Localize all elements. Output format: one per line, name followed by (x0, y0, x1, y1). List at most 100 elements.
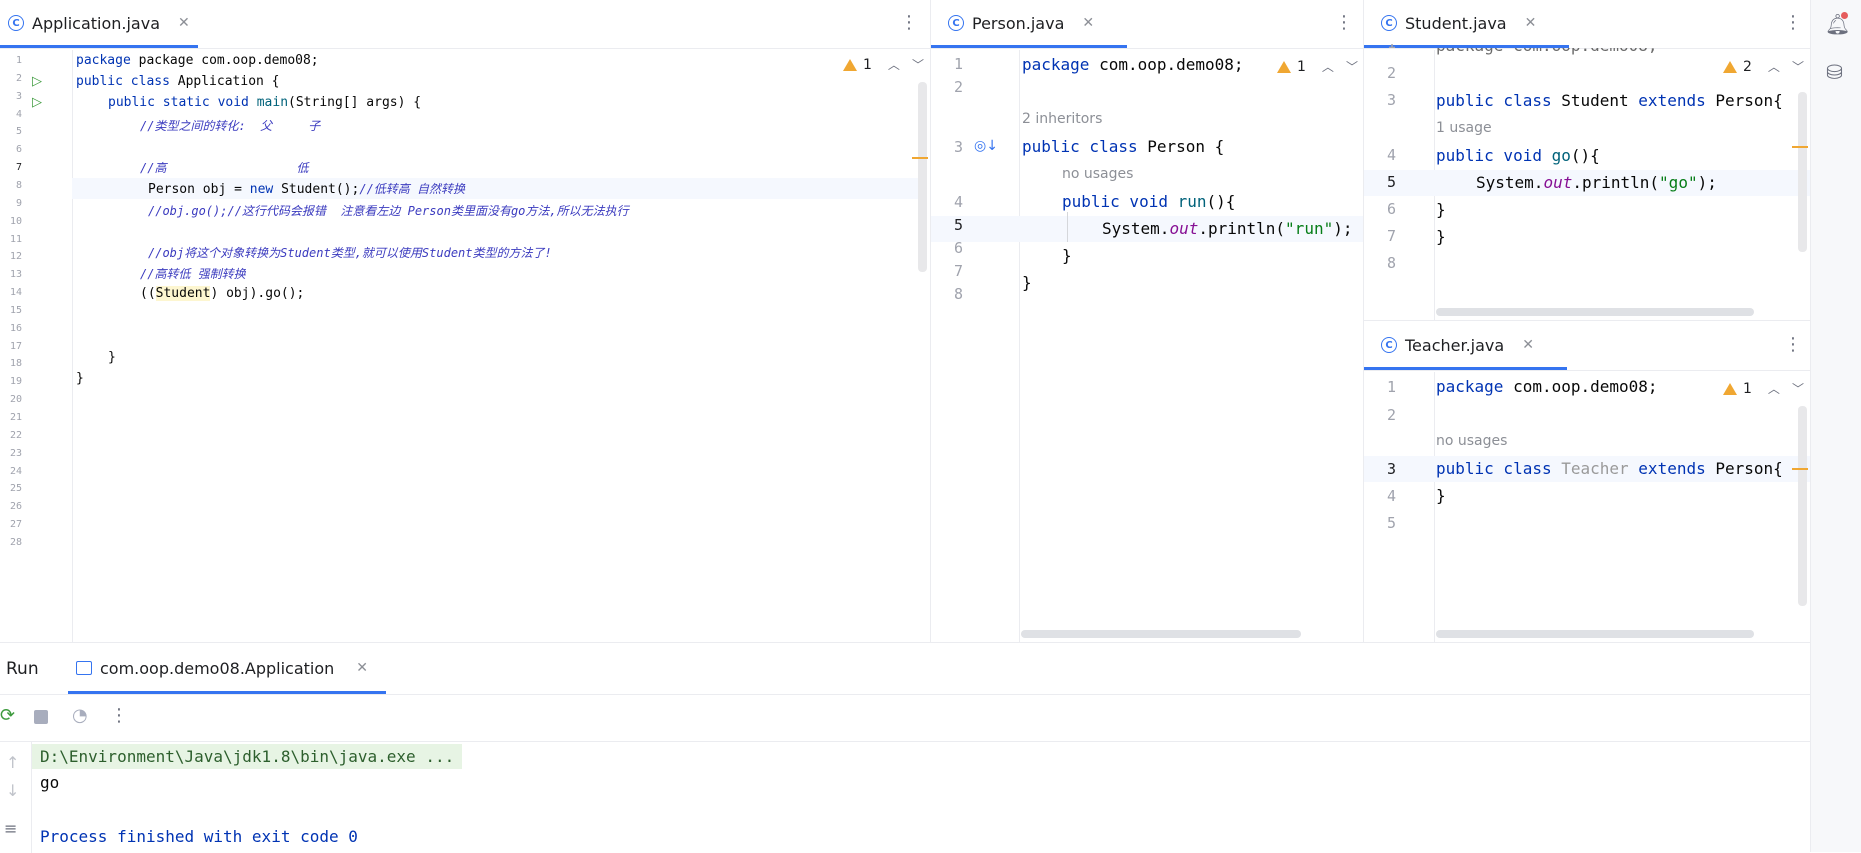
tab-label: Application.java (32, 13, 161, 33)
stop-icon[interactable] (34, 710, 48, 724)
code-line-7: Person obj = new Student();//低转高 自然转换 (148, 180, 465, 197)
line-number: 6 (1386, 200, 1396, 218)
close-icon[interactable]: ✕ (1082, 15, 1094, 31)
soft-wrap-icon[interactable]: ≡ (4, 819, 17, 838)
warning-indicator[interactable]: 2 ︿ ﹀ (1723, 58, 1804, 75)
console-command: D:\Environment\Java\jdk1.8\bin\java.exe … (32, 744, 463, 769)
tab-label: Teacher.java (1405, 335, 1505, 355)
line-number: 12 (9, 251, 22, 263)
code-line-1: package package com.oop.demo08; (76, 53, 319, 68)
vertical-scrollbar[interactable] (918, 82, 927, 272)
more-options-icon[interactable]: ⋮ (110, 705, 128, 726)
code-line-5: System.out.println("run"); (1102, 219, 1352, 238)
horizontal-scrollbar[interactable] (1436, 630, 1754, 638)
close-icon[interactable]: ✕ (1522, 337, 1534, 353)
warning-indicator[interactable]: 1 ︿ ﹀ (843, 56, 924, 73)
database-icon[interactable]: ⛁ (1826, 60, 1843, 84)
tab-teacher-java[interactable]: C Teacher.java ✕ (1364, 322, 1567, 370)
kw: public void (1436, 146, 1552, 165)
more-options-icon[interactable]: ⋮ (1784, 12, 1802, 33)
close-icon[interactable]: ✕ (356, 660, 368, 676)
code-text: Person obj = (148, 182, 250, 197)
code-text: com.oop.demo08; (1513, 377, 1658, 396)
code-line-3: public class Teacher extends Person{ (1436, 459, 1783, 478)
warning-indicator[interactable]: 1 ︿ ﹀ (1277, 58, 1358, 75)
code-line-7: } (1436, 227, 1446, 246)
line-number: 22 (9, 429, 22, 441)
more-options-icon[interactable]: ⋮ (900, 12, 918, 33)
line-number: 3 (1386, 460, 1396, 478)
class-icon: C (8, 15, 24, 31)
usages-hint[interactable]: no usages (1062, 166, 1133, 182)
chevron-up-icon[interactable]: ︿ (1322, 58, 1334, 75)
line-number: 2 (953, 78, 963, 96)
line-number: 9 (15, 197, 22, 209)
close-icon[interactable]: ✕ (1525, 15, 1537, 31)
warning-icon (1723, 382, 1737, 395)
line-number: 15 (9, 304, 22, 316)
inheritors-hint[interactable]: 2 inheritors (1022, 111, 1102, 127)
line-number: 11 (9, 233, 22, 245)
line-number: 19 (9, 376, 22, 388)
code-text: System. (1476, 173, 1544, 192)
tab-student-java[interactable]: C Student.java ✕ (1364, 0, 1570, 48)
rerun-icon[interactable]: ⟳ (0, 705, 15, 726)
close-icon[interactable]: ✕ (178, 15, 190, 31)
fn: go (1551, 146, 1571, 165)
profiler-icon[interactable]: ◔ (72, 705, 88, 726)
usages-hint[interactable]: no usages (1436, 433, 1507, 449)
warning-indicator[interactable]: 1 ︿ ﹀ (1723, 380, 1804, 397)
line-number: 8 (953, 285, 963, 303)
vertical-scrollbar[interactable] (1798, 406, 1807, 606)
run-icon[interactable]: ▷ (32, 74, 42, 89)
code-text: (){ (1570, 146, 1600, 165)
chevron-down-icon[interactable]: ﹀ (1346, 58, 1358, 75)
error-stripe-mark (1792, 146, 1808, 148)
field: out (1169, 219, 1199, 238)
line-number: 8 (1386, 254, 1396, 272)
scroll-down-icon[interactable]: ↓ (6, 781, 19, 800)
line-number: 2 (1386, 64, 1396, 82)
code-line-5: System.out.println("go"); (1476, 173, 1717, 192)
line-number: 1 (953, 55, 963, 73)
chevron-up-icon[interactable]: ︿ (1768, 380, 1780, 397)
pane-divider-horizontal (1364, 320, 1810, 321)
kw: package (1022, 55, 1100, 74)
tab-application-java[interactable]: C Application.java ✕ (0, 0, 198, 48)
chevron-down-icon[interactable]: ﹀ (912, 56, 924, 73)
line-number: 3 (1386, 91, 1396, 109)
vertical-scrollbar[interactable] (1798, 92, 1807, 252)
code-text: Person { (1147, 137, 1225, 156)
line-number: 7 (15, 162, 22, 174)
line-number: 4 (953, 193, 963, 211)
kw: public class (1436, 91, 1562, 110)
code-line-4: public void run(){ (1062, 192, 1235, 211)
tab-person-java[interactable]: C Person.java ✕ (931, 0, 1128, 48)
tabbar-application: C Application.java ✕ ⋮ (0, 0, 930, 49)
usages-hint[interactable]: 1 usage (1436, 120, 1492, 136)
warning-icon (1277, 60, 1291, 73)
line-number: 2 (15, 72, 22, 84)
horizontal-scrollbar[interactable] (1021, 630, 1301, 638)
code-line-3: public class Student extends Person{ (1436, 91, 1783, 110)
line-number: 5 (1386, 514, 1396, 532)
chevron-up-icon[interactable]: ︿ (888, 56, 900, 73)
run-icon[interactable]: ▷ (32, 95, 42, 110)
chevron-down-icon[interactable]: ﹀ (1792, 380, 1804, 397)
line-number: 5 (953, 216, 963, 234)
line-number: 1 (1386, 378, 1396, 396)
run-tab[interactable]: com.oop.demo08.Application ✕ (68, 643, 387, 694)
code-line-1: package com.oop.demo08; (1436, 377, 1658, 396)
code-line-4: } (1436, 486, 1446, 505)
run-toolbar (0, 694, 1810, 742)
more-options-icon[interactable]: ⋮ (1335, 12, 1353, 33)
horizontal-scrollbar[interactable] (1436, 308, 1754, 316)
more-options-icon[interactable]: ⋮ (1784, 334, 1802, 355)
chevron-down-icon[interactable]: ﹀ (1792, 58, 1804, 75)
implemented-icon[interactable]: ◎↓ (974, 138, 998, 154)
scroll-up-icon[interactable]: ↑ (6, 753, 19, 772)
warning-count: 1 (1743, 380, 1752, 397)
active-tab-underline (1364, 367, 1567, 370)
chevron-up-icon[interactable]: ︿ (1768, 58, 1780, 75)
tab-label: Student.java (1405, 13, 1507, 33)
